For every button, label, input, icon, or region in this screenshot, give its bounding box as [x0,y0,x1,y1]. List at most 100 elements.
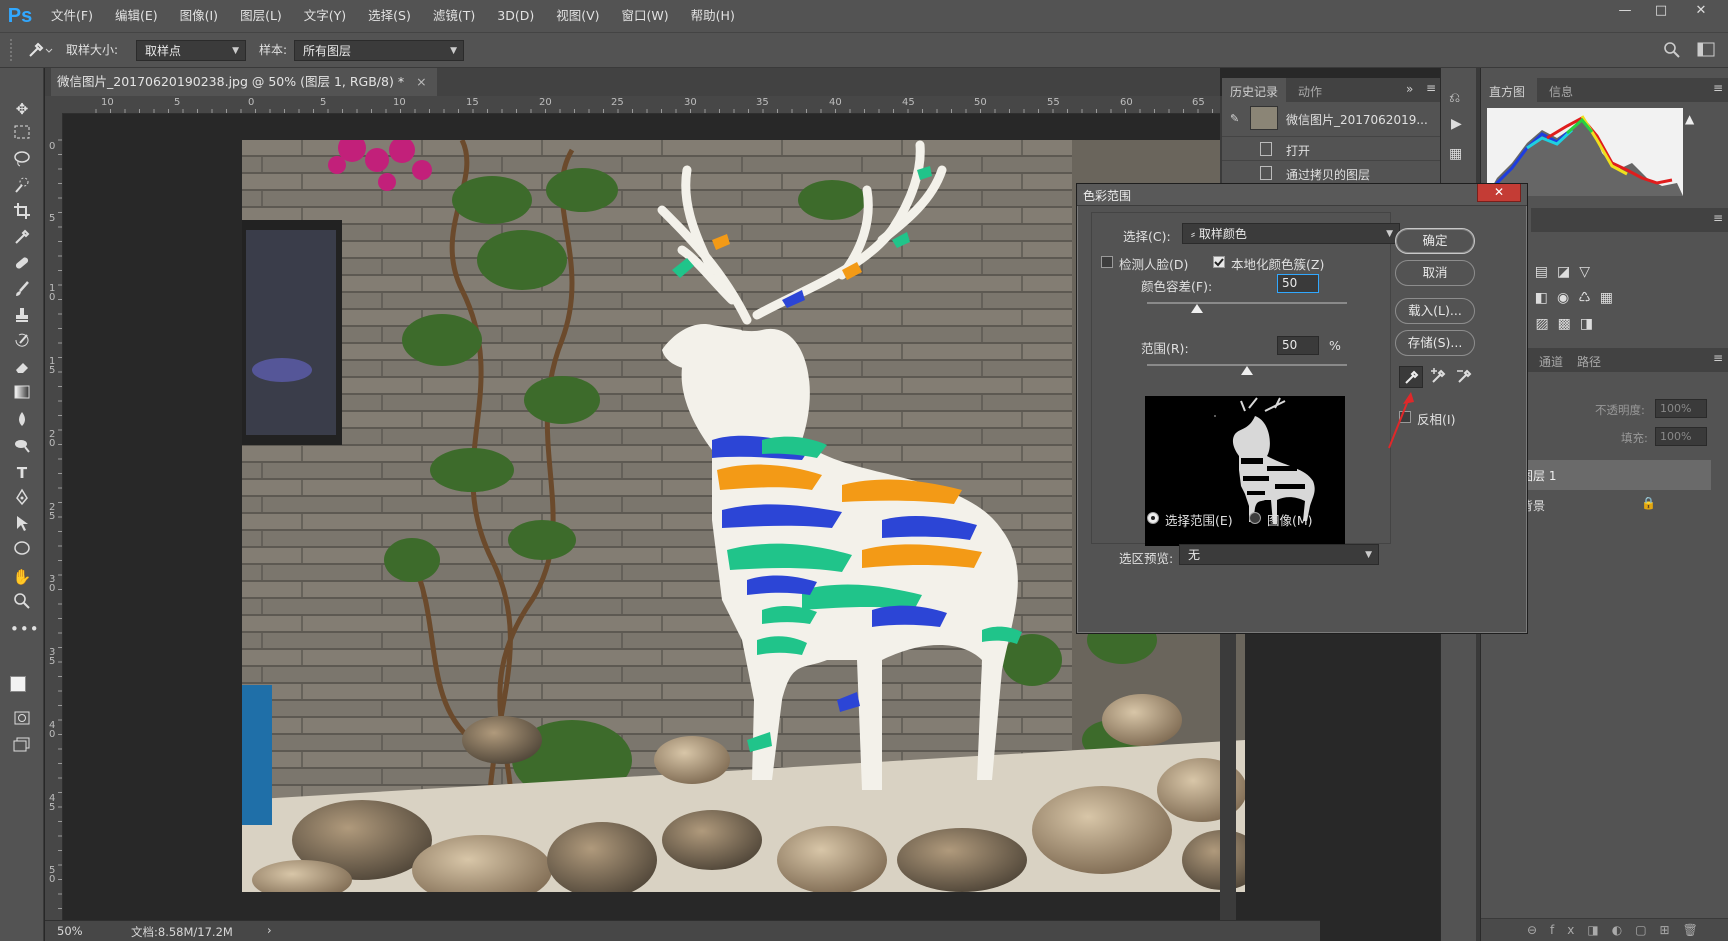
fill-field[interactable]: 100% [1655,427,1707,446]
ruler-label: 0 [248,97,255,108]
collapse-icon[interactable]: » [1406,82,1413,96]
dodge-tool-icon[interactable] [10,436,34,458]
tab-history[interactable]: 历史记录 [1222,78,1286,102]
menu-layer[interactable]: 图层(L) [229,0,293,32]
fuzziness-slider-thumb[interactable] [1191,304,1203,313]
image-radio[interactable] [1249,512,1261,524]
blur-tool-icon[interactable] [10,410,34,432]
panel-menu-icon[interactable]: ≡ [1713,211,1723,225]
eyedropper-tool-preset-icon[interactable] [24,39,56,61]
tab-paths[interactable]: 路径 [1577,353,1601,370]
cancel-button[interactable]: 取消 [1395,260,1475,286]
zoom-tool-icon[interactable] [10,592,34,614]
chevron-down-icon: ▼ [232,46,239,56]
close-window-button[interactable]: ✕ [1684,0,1718,22]
save-button[interactable]: 存储(S)... [1395,330,1475,356]
marquee-tool-icon[interactable] [10,124,34,146]
more-tools-icon[interactable]: ••• [10,618,39,640]
fuzziness-input[interactable]: 50 [1277,274,1319,293]
history-brush-source-icon[interactable]: ✎ [1230,112,1239,125]
tab-actions[interactable]: 动作 [1298,83,1322,100]
crop-tool-icon[interactable] [10,202,34,224]
history-snapshot[interactable]: ✎ 微信图片_2017062019... [1222,102,1440,136]
opacity-field[interactable]: 100% [1655,399,1707,418]
maximize-button[interactable]: □ [1644,0,1678,22]
menu-file[interactable]: 文件(F) [40,0,104,32]
search-icon[interactable] [1662,40,1682,60]
pen-tool-icon[interactable] [10,488,34,510]
clone-stamp-tool-icon[interactable] [10,306,34,328]
menu-edit[interactable]: 编辑(E) [104,0,169,32]
healing-brush-tool-icon[interactable] [10,254,34,276]
close-tab-icon[interactable]: × [416,74,426,89]
dialog-title-bar: 色彩范围 ✕ [1077,184,1527,206]
tab-histogram-label: 直方图 [1489,85,1526,99]
history-item[interactable]: 通过拷贝的图层 [1222,160,1440,184]
tab-histogram[interactable]: 直方图 [1481,78,1537,102]
range-input[interactable]: 50 [1277,336,1319,355]
menu-type[interactable]: 文字(Y) [293,0,357,32]
eyedropper-subtract-button[interactable] [1453,366,1477,388]
type-tool-icon[interactable]: T [10,462,34,484]
menu-help[interactable]: 帮助(H) [680,0,746,32]
sample-select[interactable]: 所有图层 ▼ [294,40,464,61]
sample-size-select[interactable]: 取样点 ▼ [136,40,246,61]
dialog-close-button[interactable]: ✕ [1477,184,1521,202]
menu-filter[interactable]: 滤镜(T) [422,0,486,32]
ellipse-tool-icon[interactable] [10,540,34,562]
status-arrow-icon[interactable]: › [267,923,272,937]
histogram-warning-icon[interactable]: ▲ [1685,112,1694,126]
ruler-label: 1 0 [49,283,56,303]
ok-button[interactable]: 确定 [1395,228,1475,254]
chevron-down-icon: ▼ [1386,229,1393,239]
panel-menu-icon[interactable]: ≡ [1713,351,1723,365]
lasso-tool-icon[interactable] [10,150,34,172]
ruler-label: 5 [49,213,56,224]
brush-tool-icon[interactable] [10,280,34,302]
range-slider-thumb[interactable] [1241,366,1253,375]
document-tab[interactable]: 微信图片_20170620190238.jpg @ 50% (图层 1, RGB… [51,68,437,96]
eyedropper-sample-button[interactable] [1399,366,1423,388]
foreground-color-swatch[interactable] [10,676,26,692]
menu-window[interactable]: 窗口(W) [611,0,680,32]
menu-select[interactable]: 选择(S) [357,0,422,32]
panel-menu-icon[interactable]: ≡ [1426,81,1436,95]
histogram-panel-header: 直方图 信息 ≡ [1481,78,1728,102]
snapshot-thumbnail [1250,106,1278,130]
screen-mode-icon[interactable] [10,736,34,758]
actions-play-icon[interactable]: ▶ [1451,116,1462,132]
selection-preview-dropdown[interactable]: 无 ▼ [1179,544,1379,565]
eyedropper-tool-icon[interactable] [10,228,34,250]
quick-mask-icon[interactable] [10,710,34,732]
workspace-icon[interactable] [1696,41,1716,59]
minimize-button[interactable]: — [1608,0,1642,22]
detect-faces-checkbox[interactable] [1101,256,1113,268]
load-button[interactable]: 载入(L)... [1395,298,1475,324]
history-panel-icon[interactable]: ⎌ [1449,90,1460,106]
selection-radio[interactable] [1147,512,1159,524]
path-selection-tool-icon[interactable] [10,514,34,536]
hand-tool-icon[interactable]: ✋ [10,566,34,588]
menu-3d[interactable]: 3D(D) [486,0,545,32]
history-brush-tool-icon[interactable] [10,332,34,354]
gradient-tool-icon[interactable] [10,384,34,406]
menu-image[interactable]: 图像(I) [169,0,229,32]
layers-footer-icons[interactable]: ⊖fx◨◐▢⊞🗑 [1481,918,1728,941]
fuzziness-slider-track[interactable] [1147,302,1347,304]
menu-view[interactable]: 视图(V) [545,0,610,32]
sample-value: 所有图层 [303,44,352,58]
zoom-level[interactable]: 50% [57,924,83,938]
move-tool-icon[interactable]: ✥ [10,98,34,120]
eraser-tool-icon[interactable] [10,358,34,380]
panel-menu-icon[interactable]: ≡ [1713,81,1723,95]
history-item[interactable]: 打开 [1222,136,1440,160]
eyedropper-add-button[interactable] [1427,366,1451,388]
tab-info[interactable]: 信息 [1549,83,1573,100]
properties-icon[interactable]: ▦ [1449,146,1462,162]
quick-selection-tool-icon[interactable] [10,176,34,198]
localized-clusters-checkbox[interactable] [1213,256,1225,268]
dialog-title: 色彩范围 [1083,189,1132,203]
tab-channels[interactable]: 通道 [1539,353,1563,370]
select-dropdown[interactable]: ⸗ 取样颜色 ▼ [1182,223,1400,244]
invert-label: 反相(I) [1417,412,1456,427]
